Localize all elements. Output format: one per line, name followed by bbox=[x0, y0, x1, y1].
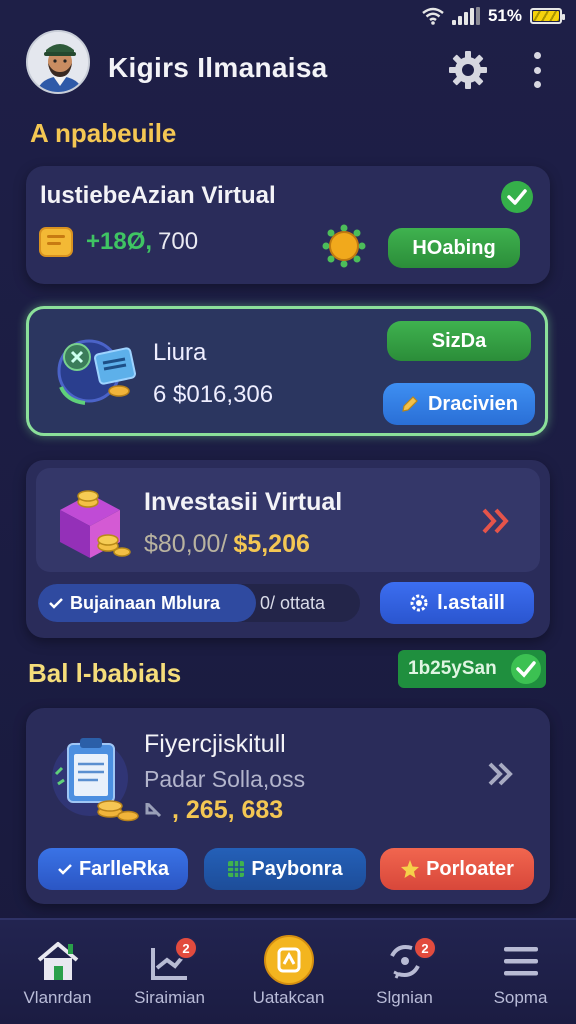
holding-button[interactable]: HOabing bbox=[388, 228, 520, 268]
toggle-switch[interactable]: Bujainaan Mblura 0/ ottata bbox=[38, 584, 360, 622]
section-title: A npabeuile bbox=[30, 118, 177, 148]
pencil-action-button[interactable]: Dracivien bbox=[383, 383, 535, 425]
nav-item-stats[interactable]: 2 Siraimian bbox=[112, 920, 227, 1024]
avatar[interactable] bbox=[26, 30, 90, 94]
card-title: Fiyercjiskitull bbox=[144, 730, 286, 758]
check-icon bbox=[511, 654, 541, 684]
card-amount: 6 $016,306 bbox=[153, 381, 274, 408]
signal-icon bbox=[451, 7, 480, 25]
card-amount: +18Ø, 700 bbox=[86, 228, 198, 256]
amount-rest: 700 bbox=[158, 228, 199, 255]
trend-arrow-icon bbox=[145, 802, 162, 817]
investment-card[interactable]: Investasii Virtual $80,00/ $5,206 Bujain… bbox=[26, 460, 550, 638]
bottom-nav: Vlanrdan 2 Siraimian Uatakcan 2 Slgnian bbox=[0, 918, 576, 1024]
nav-label: Uatakcan bbox=[252, 988, 325, 1007]
check-icon bbox=[501, 181, 533, 213]
treasure-box-icon bbox=[60, 490, 131, 558]
amount-right: $5,206 bbox=[233, 530, 310, 558]
chevron-right-icon[interactable] bbox=[480, 506, 514, 536]
install-button[interactable]: l.astaill bbox=[380, 582, 534, 624]
toggle-active-label: Bujainaan Mblura bbox=[70, 592, 221, 613]
app-title: Kigirs Ilmanaisa bbox=[108, 52, 328, 83]
battery-icon bbox=[530, 8, 565, 24]
filter-label: FarlleRka bbox=[78, 857, 170, 880]
card-subtitle: Padar Solla,oss bbox=[144, 766, 306, 792]
clipboard-icon bbox=[52, 738, 139, 822]
chevron-right-icon[interactable] bbox=[486, 760, 518, 788]
pencil-action-label: Dracivien bbox=[427, 392, 519, 415]
coin-icon bbox=[263, 935, 314, 985]
card-amount: , 265, 683 bbox=[144, 796, 283, 825]
exchange-icon bbox=[57, 339, 136, 405]
filter-button[interactable]: FarlleRka bbox=[38, 848, 188, 890]
section-title: Bal l-babials bbox=[28, 658, 182, 688]
report-card[interactable]: Fiyercjiskitull Padar Solla,oss , 265, 6… bbox=[26, 708, 550, 904]
payment-button[interactable]: Paybonra bbox=[204, 848, 366, 890]
pencil-icon bbox=[402, 396, 418, 412]
home-icon bbox=[37, 942, 78, 980]
nav-label: Sopma bbox=[493, 988, 548, 1007]
status-bar: 51% bbox=[422, 6, 565, 26]
toggle-inactive-label[interactable]: 0/ ottata bbox=[260, 593, 325, 614]
amount-highlight: +18Ø, bbox=[86, 228, 153, 255]
virtual-account-card[interactable]: lustiebeAzian Virtual +18Ø, 700 HOabing bbox=[26, 166, 550, 284]
date-badge-label: 1b25ySan bbox=[408, 658, 497, 679]
nav-label: Vlanrdan bbox=[23, 988, 92, 1007]
amount-value: , 265, 683 bbox=[172, 796, 284, 824]
nav-item-sync[interactable]: 2 Slgnian bbox=[347, 920, 462, 1024]
report-button[interactable]: Porloater bbox=[380, 848, 534, 890]
nav-item-menu[interactable]: Sopma bbox=[463, 920, 576, 1024]
more-options-icon[interactable] bbox=[530, 52, 544, 88]
wallet-icon bbox=[39, 227, 73, 257]
nav-label: Slgnian bbox=[376, 988, 433, 1007]
nav-label: Siraimian bbox=[134, 988, 205, 1007]
nav-item-home[interactable]: Vlanrdan bbox=[0, 920, 115, 1024]
card-title: lustiebeAzian Virtual bbox=[40, 182, 276, 209]
sun-coin-icon bbox=[322, 224, 366, 268]
battery-percent: 51% bbox=[487, 6, 522, 25]
install-label: l.astaill bbox=[437, 591, 505, 614]
amount-left: $80,00/ bbox=[144, 530, 228, 558]
toggle-active[interactable]: Bujainaan Mblura bbox=[38, 584, 256, 622]
status-badge: SizDa bbox=[387, 321, 531, 361]
grid-icon bbox=[228, 861, 245, 877]
card-title: Investasii Virtual bbox=[144, 488, 343, 516]
star-icon bbox=[401, 860, 420, 878]
notification-badge: 2 bbox=[413, 936, 437, 960]
notification-badge: 2 bbox=[174, 936, 198, 960]
gear-icon bbox=[410, 594, 428, 612]
payment-label: Paybonra bbox=[251, 857, 343, 880]
check-icon bbox=[49, 598, 63, 609]
card-title: Liura bbox=[153, 339, 207, 366]
investment-summary[interactable]: Investasii Virtual $80,00/ $5,206 bbox=[36, 468, 540, 572]
menu-icon bbox=[503, 947, 538, 976]
report-label: Porloater bbox=[426, 857, 514, 880]
check-icon bbox=[58, 864, 72, 875]
date-badge[interactable]: 1b25ySan bbox=[398, 650, 546, 688]
investment-amounts: $80,00/ $5,206 bbox=[144, 530, 310, 559]
nav-item-center[interactable]: Uatakcan bbox=[231, 920, 346, 1024]
liura-card[interactable]: Liura 6 $016,306 SizDa Dracivien bbox=[26, 306, 548, 436]
gear-icon[interactable] bbox=[448, 50, 488, 90]
wifi-icon bbox=[422, 7, 444, 25]
